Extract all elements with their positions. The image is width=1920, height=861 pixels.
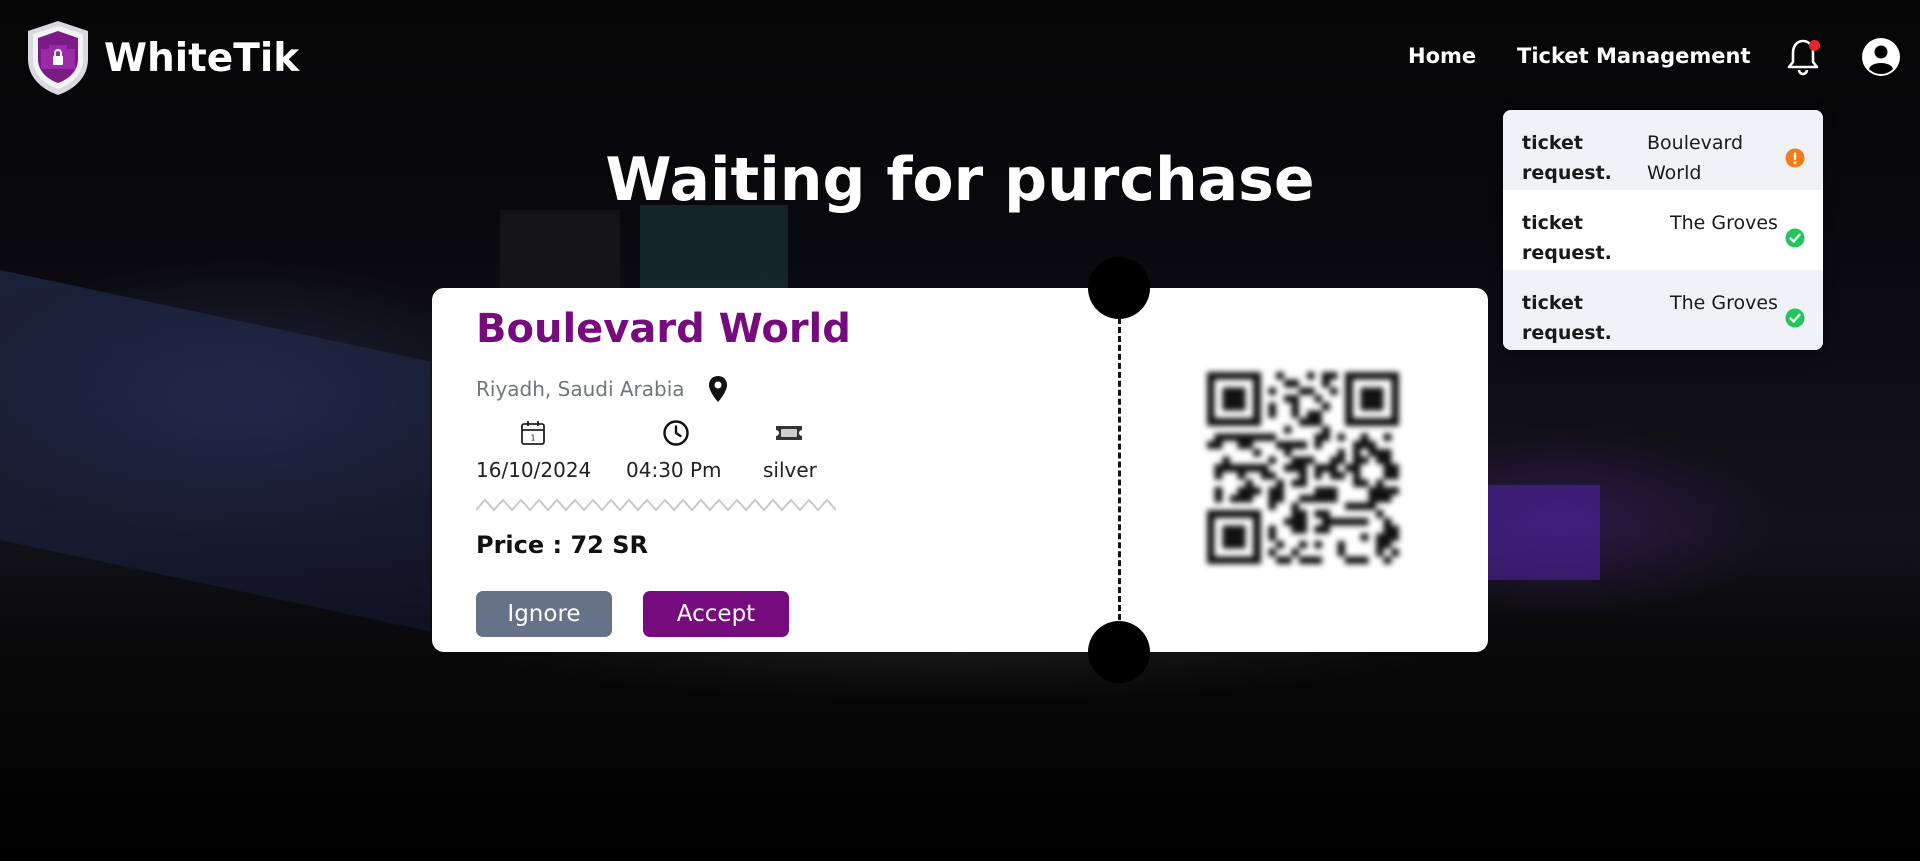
brand-name: WhiteTik bbox=[104, 35, 300, 81]
notification-dot bbox=[1809, 40, 1820, 51]
ticket-notch-top bbox=[1088, 257, 1150, 319]
event-date: 16/10/2024 bbox=[476, 458, 592, 482]
notification-place: The Groves bbox=[1670, 292, 1778, 314]
svg-text:1: 1 bbox=[530, 434, 535, 443]
page-title: Waiting for purchase bbox=[605, 145, 1315, 215]
event-time: 04:30 Pm bbox=[626, 458, 722, 482]
background-sign bbox=[640, 205, 788, 300]
shield-logo-icon bbox=[28, 21, 88, 95]
page: WhiteTik Home Ticket Management ticket r… bbox=[0, 0, 1920, 861]
event-name: Boulevard World bbox=[476, 306, 851, 352]
qr-code-icon bbox=[1207, 372, 1399, 564]
background-billboard bbox=[0, 270, 430, 632]
ticket-price: Price : 72 SR bbox=[476, 531, 648, 559]
zigzag-divider bbox=[476, 498, 836, 512]
ticket-card: Boulevard World Riyadh, Saudi Arabia 1 1… bbox=[432, 257, 1488, 683]
check-status-icon bbox=[1785, 228, 1805, 248]
background-neon-sign bbox=[1480, 485, 1600, 580]
ticket-perforation bbox=[1118, 318, 1121, 620]
nav-ticket-management[interactable]: Ticket Management bbox=[1517, 44, 1751, 68]
notification-type: ticket request. bbox=[1522, 212, 1612, 264]
brand-logo[interactable]: WhiteTik bbox=[25, 19, 299, 97]
map-pin-icon bbox=[709, 376, 727, 402]
notification-item[interactable]: ticket request. The Groves bbox=[1503, 270, 1823, 350]
nav-home[interactable]: Home bbox=[1408, 44, 1476, 68]
ticket-icon bbox=[776, 426, 802, 440]
ticket-tier: silver bbox=[763, 458, 817, 482]
ticket-notch-bottom bbox=[1088, 621, 1150, 683]
ignore-button[interactable]: Ignore bbox=[476, 591, 612, 637]
event-location: Riyadh, Saudi Arabia bbox=[476, 377, 685, 401]
check-status-icon bbox=[1785, 308, 1805, 328]
accept-button[interactable]: Accept bbox=[643, 591, 789, 637]
clock-icon bbox=[663, 420, 689, 446]
user-circle-icon[interactable] bbox=[1862, 38, 1900, 76]
calendar-icon: 1 bbox=[521, 421, 545, 445]
notification-type: ticket request. bbox=[1522, 292, 1612, 344]
